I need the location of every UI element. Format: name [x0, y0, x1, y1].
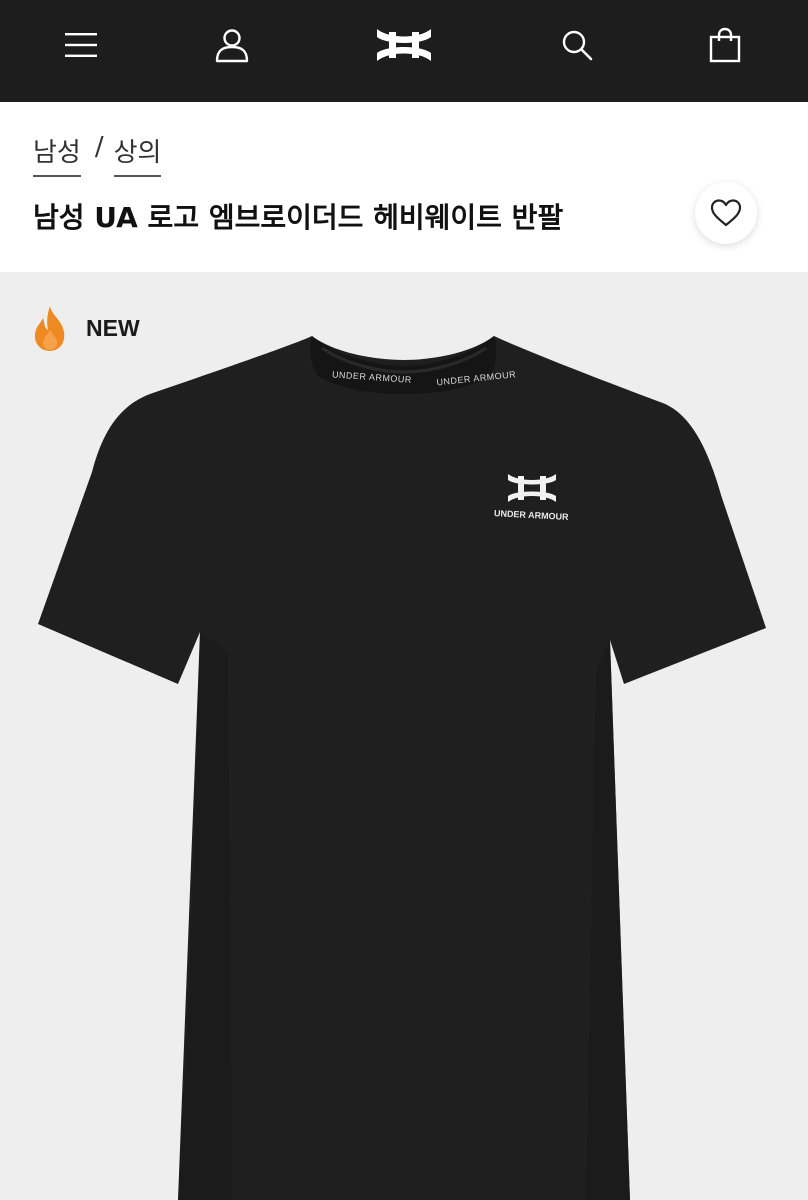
heart-icon — [710, 199, 742, 227]
product-title: 남성 UA 로고 엠브로이더드 헤비웨이트 반팔 — [33, 201, 564, 234]
breadcrumb-item-men[interactable]: 남성 — [33, 132, 81, 177]
product-image-area: UNDER ARMOUR UNDER ARMOUR UNDER ARMOUR N… — [0, 272, 808, 1200]
top-navigation-bar — [0, 0, 808, 102]
wishlist-button[interactable] — [695, 182, 757, 244]
account-icon[interactable] — [208, 21, 256, 69]
shopping-bag-icon[interactable] — [701, 21, 749, 69]
brand-logo[interactable] — [368, 21, 440, 69]
product-header: 남성 / 상의 남성 UA 로고 엠브로이더드 헤비웨이트 반팔 — [0, 102, 808, 272]
new-badge-label: NEW — [86, 314, 140, 341]
menu-icon[interactable] — [58, 21, 106, 69]
flame-icon — [34, 306, 65, 351]
search-icon[interactable] — [553, 21, 601, 69]
breadcrumb-separator: / — [94, 132, 104, 162]
product-image[interactable]: UNDER ARMOUR UNDER ARMOUR UNDER ARMOUR — [0, 272, 808, 1200]
breadcrumb-item-tops[interactable]: 상의 — [113, 132, 162, 177]
breadcrumb: 남성 / 상의 — [33, 132, 162, 177]
new-badge: NEW — [32, 304, 140, 352]
